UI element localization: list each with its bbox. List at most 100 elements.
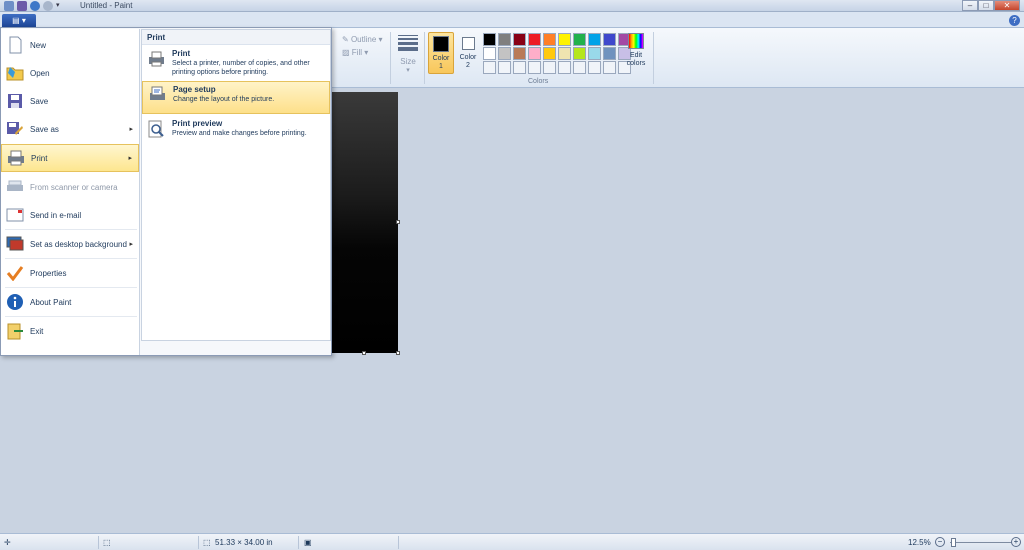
menu-item-new[interactable]: New (1, 31, 139, 59)
menu-item-label: From scanner or camera (30, 182, 118, 192)
resize-handle-bottom[interactable] (362, 351, 366, 355)
submenu-item-print-preview[interactable]: Print preview Preview and make changes b… (142, 116, 330, 149)
palette-swatch[interactable] (498, 33, 511, 46)
menu-item-send-in-e-mail[interactable]: Send in e-mail (1, 201, 139, 229)
palette-swatch[interactable] (588, 47, 601, 60)
maximize-button[interactable]: □ (978, 0, 994, 11)
ribbon-separator (390, 32, 391, 84)
size-button[interactable]: Size ▾ (396, 33, 420, 74)
ribbon-separator (424, 32, 425, 84)
palette-swatch[interactable] (588, 33, 601, 46)
palette-swatch[interactable] (513, 33, 526, 46)
size-label: Size (400, 57, 416, 66)
palette-swatch[interactable] (558, 33, 571, 46)
paint-menu-button[interactable]: ▤ ▾ (2, 14, 36, 27)
title-bar: ▾ Untitled - Paint – □ ✕ (0, 0, 1024, 12)
customize-toolbar-icon[interactable]: ▾ (56, 1, 62, 11)
minimize-button[interactable]: – (962, 0, 978, 11)
zoom-out-button[interactable]: − (935, 537, 945, 547)
menu-item-properties[interactable]: Properties (1, 259, 139, 287)
palette-swatch[interactable] (588, 61, 601, 74)
redo-icon[interactable] (43, 1, 53, 11)
menu-item-print[interactable]: Print ▸ (1, 144, 139, 172)
menu-item-label: Print (31, 153, 48, 163)
palette-swatch[interactable] (513, 61, 526, 74)
shape-options: ✎ Outline ▾ ▨ Fill ▾ (342, 33, 383, 59)
menu-item-exit[interactable]: Exit (1, 317, 139, 345)
image-canvas[interactable] (330, 92, 398, 353)
palette-swatch[interactable] (483, 47, 496, 60)
menu-item-save-as[interactable]: Save as ▸ (1, 115, 139, 143)
color1-button[interactable]: Color 1 (428, 32, 454, 74)
file-size-icon: ▣ (304, 538, 312, 547)
palette-swatch[interactable] (498, 47, 511, 60)
edit-colors-label: Edit colors (626, 52, 646, 67)
menu-item-label: Send in e-mail (30, 210, 82, 220)
submenu-item-page-setup[interactable]: Page setup Change the layout of the pict… (142, 81, 330, 114)
menu-divider (5, 229, 137, 230)
palette-swatch[interactable] (573, 61, 586, 74)
palette-swatch[interactable] (603, 61, 616, 74)
image-size-icon: ⬚ (203, 538, 211, 547)
print-submenu: Print Print Select a printer, number of … (141, 29, 331, 341)
menu-divider (5, 316, 137, 317)
menu-item-label: About Paint (30, 297, 72, 307)
save-quick-icon[interactable] (17, 1, 27, 11)
palette-swatch[interactable] (483, 33, 496, 46)
paint-app-menu: New Open Save Save as ▸ Print ▸ From scanner or… (0, 27, 332, 356)
zoom-slider-track[interactable] (950, 542, 1012, 543)
help-icon[interactable]: ? (1009, 15, 1020, 26)
palette-swatch[interactable] (558, 61, 571, 74)
edit-colors-button[interactable]: Edit colors (625, 33, 647, 68)
status-divider (398, 536, 399, 549)
window-title: Untitled - Paint (80, 1, 133, 10)
zoom-level: 12.5% (908, 538, 931, 547)
palette-swatch[interactable] (543, 61, 556, 74)
zoom-in-button[interactable]: + (1011, 537, 1021, 547)
undo-icon[interactable] (30, 1, 40, 11)
palette-swatch[interactable] (528, 47, 541, 60)
palette-swatch[interactable] (543, 47, 556, 60)
submenu-arrow-icon: ▸ (128, 155, 132, 162)
fill-button[interactable]: ▨ Fill ▾ (342, 46, 383, 59)
submenu-item-title: Print (172, 49, 191, 58)
info-icon (6, 293, 24, 311)
new-document-icon (6, 36, 24, 54)
selection-size-icon: ⬚ (103, 538, 111, 547)
submenu-item-title: Print preview (172, 119, 223, 128)
zoom-slider-thumb[interactable] (951, 538, 956, 547)
status-divider (198, 536, 199, 549)
resize-handle-corner[interactable] (396, 351, 400, 355)
submenu-item-print[interactable]: Print Select a printer, number of copies… (142, 46, 330, 79)
status-bar: ✛ ⬚ ⬚ 51.33 × 34.00 in ▣ 12.5% − + (0, 533, 1024, 550)
app-menu-commands: New Open Save Save as ▸ Print ▸ From scanner or… (1, 29, 140, 355)
palette-swatch[interactable] (558, 47, 571, 60)
palette-swatch[interactable] (513, 47, 526, 60)
palette-swatch[interactable] (573, 47, 586, 60)
status-divider (98, 536, 99, 549)
paint-app-icon[interactable] (4, 1, 14, 11)
menu-item-label: Exit (30, 326, 44, 336)
palette-swatch[interactable] (498, 61, 511, 74)
palette-swatch[interactable] (528, 33, 541, 46)
menu-item-open[interactable]: Open (1, 59, 139, 87)
exit-icon (6, 322, 24, 340)
palette-swatch[interactable] (543, 33, 556, 46)
palette-swatch[interactable] (603, 33, 616, 46)
resize-handle-right[interactable] (396, 220, 400, 224)
menu-item-save[interactable]: Save (1, 87, 139, 115)
close-button[interactable]: ✕ (994, 0, 1020, 11)
menu-item-label: Open (30, 68, 50, 78)
palette-swatch[interactable] (573, 33, 586, 46)
save-as-icon (6, 120, 24, 138)
menu-item-set-as-desktop-background[interactable]: Set as desktop background ▸ (1, 230, 139, 258)
palette-swatch[interactable] (603, 47, 616, 60)
palette-swatch[interactable] (483, 61, 496, 74)
cursor-position-icon: ✛ (4, 538, 11, 547)
scanner-icon (6, 178, 24, 196)
outline-button[interactable]: ✎ Outline ▾ (342, 33, 383, 46)
color2-button[interactable]: Color 2 (457, 32, 479, 74)
menu-item-about-paint[interactable]: About Paint (1, 288, 139, 316)
palette-swatch[interactable] (528, 61, 541, 74)
printer-icon (7, 149, 25, 167)
